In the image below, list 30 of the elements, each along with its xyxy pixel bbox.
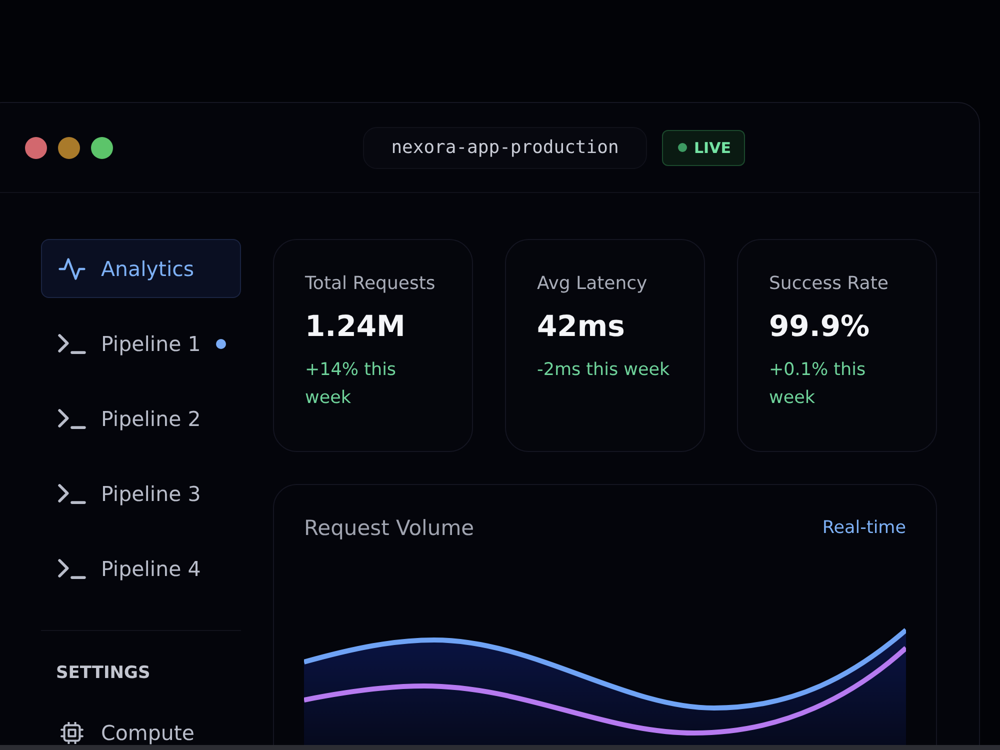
close-button[interactable] <box>25 136 47 158</box>
maximize-button[interactable] <box>91 136 113 158</box>
stat-label: Success Rate <box>769 273 890 294</box>
terminal-icon <box>58 332 86 354</box>
chart-title: Request Volume <box>304 516 474 540</box>
sidebar-item[interactable]: Pipeline 1 <box>41 314 241 373</box>
terminal-icon <box>58 558 86 580</box>
window-title: nexora-app-production <box>363 126 647 168</box>
chip-icon <box>58 722 86 744</box>
sidebar-item[interactable]: Pipeline 3 <box>41 464 241 523</box>
stat-value: 99.9% <box>769 309 871 343</box>
stat-change: +14% this week <box>305 359 398 410</box>
stat-value: 1.24M <box>305 309 406 343</box>
status-label: LIVE <box>694 138 731 156</box>
terminal-icon <box>58 482 86 504</box>
realtime-indicator: Real-time <box>822 518 906 538</box>
stat-change: +0.1% this week <box>769 359 867 410</box>
stat-label: Avg Latency <box>537 273 648 294</box>
sidebar-item[interactable]: Analytics <box>41 239 241 298</box>
section-heading: SETTINGS <box>55 663 152 683</box>
status-dot-icon <box>678 143 687 152</box>
pulse-icon <box>58 258 86 280</box>
stat-change: -2ms this week <box>537 359 671 382</box>
minimize-button[interactable] <box>58 136 80 158</box>
sidebar-item[interactable]: Pipeline 2 <box>41 389 241 448</box>
stat-label: Total Requests <box>305 273 436 294</box>
stat-value: 42ms <box>537 309 626 343</box>
sidebar-item[interactable]: Pipeline 4 <box>41 539 241 598</box>
sidebar-item[interactable]: Compute <box>41 703 241 745</box>
terminal-icon <box>58 408 86 430</box>
